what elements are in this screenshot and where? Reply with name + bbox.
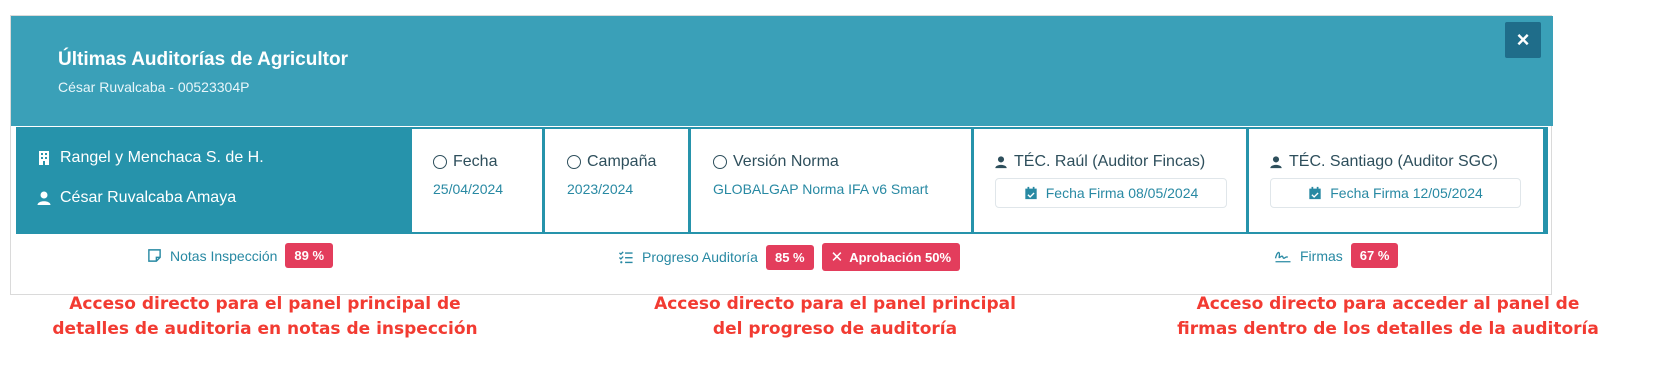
farmer-panel: Rangel y Menchaca S. de H. César Ruvalca… [16,127,409,235]
fecha-value: 25/04/2024 [433,181,504,197]
firmas-annotation: Acceso directo para acceder al panel de … [1128,292,1648,342]
campana-label: Campaña [587,153,657,170]
tec1-sign-text: Fecha Firma 08/05/2024 [1045,185,1199,201]
notas-annotation-line2: detalles de auditoria en notas de inspec… [52,319,478,339]
circle-icon [433,155,447,169]
farmer-name: César Ruvalcaba Amaya [60,189,237,206]
firmas-annotation-line2: firmas dentro de los detalles de la audi… [1177,319,1599,339]
modal-subtitle: César Ruvalcaba - 00523304P [58,79,250,95]
tec2-label-row: TÉC. Santiago (Auditor SGC) [1269,153,1498,171]
firmas-badge[interactable]: 67 % [1350,243,1399,268]
modal-title: Últimas Auditorías de Agricultor [58,49,348,70]
tec2-label: TÉC. Santiago (Auditor SGC) [1289,153,1498,170]
version-label-row: Versión Norma [713,153,839,171]
audits-modal: Últimas Auditorías de Agricultor César R… [10,15,1553,295]
user-icon [1270,156,1282,169]
progreso-shortcut[interactable]: Progreso Auditoría 85 % ✕ Aprobación 50% [618,243,961,271]
fecha-label-row: Fecha [433,153,497,171]
campana-value: 2023/2024 [567,181,634,197]
fecha-label: Fecha [453,153,498,170]
notas-annotation-line1: Acceso directo para el panel principal d… [69,294,461,314]
tec2-sign-date[interactable]: Fecha Firma 12/05/2024 [1270,178,1521,208]
tec2-sign-text: Fecha Firma 12/05/2024 [1330,185,1483,201]
progreso-label: Progreso Auditoría [642,249,758,265]
close-button[interactable]: × [1505,22,1541,58]
campana-cell: Campaña 2023/2024 [545,129,688,232]
user-icon [37,191,51,205]
note-icon [148,249,161,262]
version-label: Versión Norma [733,153,839,170]
shortcut-strip: Notas Inspección 89 % Progreso Auditoría… [16,234,1548,278]
company-row: Rangel y Menchaca S. de H. [36,149,264,167]
tec2-cell: TÉC. Santiago (Auditor SGC) Fecha Firma … [1249,129,1543,232]
user-icon [995,156,1007,169]
circle-icon [567,155,581,169]
firmas-label: Firmas [1300,247,1343,264]
progreso-annotation: Acceso directo para el panel principal d… [620,292,1050,342]
progreso-annotation-line1: Acceso directo para el panel principal [654,294,1016,314]
version-value: GLOBALGAP Norma IFA v6 Smart [713,181,929,197]
modal-header: Últimas Auditorías de Agricultor César R… [11,16,1553,126]
list-check-icon [618,250,633,263]
tec1-label: TÉC. Raúl (Auditor Fincas) [1014,153,1206,170]
notas-annotation: Acceso directo para el panel principal d… [20,292,510,342]
calendar-check-icon [1025,186,1037,200]
fecha-cell: Fecha 25/04/2024 [412,129,542,232]
notas-badge[interactable]: 89 % [285,243,334,268]
calendar-check-icon [1309,186,1321,200]
farmer-row: César Ruvalcaba Amaya [36,189,236,207]
version-cell: Versión Norma GLOBALGAP Norma IFA v6 Sma… [691,129,971,232]
company-name: Rangel y Menchaca S. de H. [60,149,264,166]
firmas-shortcut[interactable]: Firmas 67 % [1274,243,1399,268]
tec1-label-row: TÉC. Raúl (Auditor Fincas) [994,153,1205,171]
signature-icon [1274,251,1291,263]
tec1-sign-date[interactable]: Fecha Firma 08/05/2024 [995,178,1227,208]
x-icon: ✕ [830,249,844,266]
aprobacion-badge[interactable]: ✕ Aprobación 50% [821,243,961,271]
campana-label-row: Campaña [567,153,656,171]
firmas-annotation-line1: Acceso directo para acceder al panel de [1196,294,1580,314]
aprobacion-label: Aprobación 50% [849,249,952,265]
building-icon [39,151,49,165]
circle-icon [713,155,727,169]
tec1-cell: TÉC. Raúl (Auditor Fincas) Fecha Firma 0… [974,129,1246,232]
notas-label: Notas Inspección [170,247,278,264]
notas-shortcut[interactable]: Notas Inspección 89 % [147,243,334,268]
progreso-annotation-line2: del progreso de auditoría [712,319,958,339]
progreso-badge[interactable]: 85 % [765,244,814,270]
